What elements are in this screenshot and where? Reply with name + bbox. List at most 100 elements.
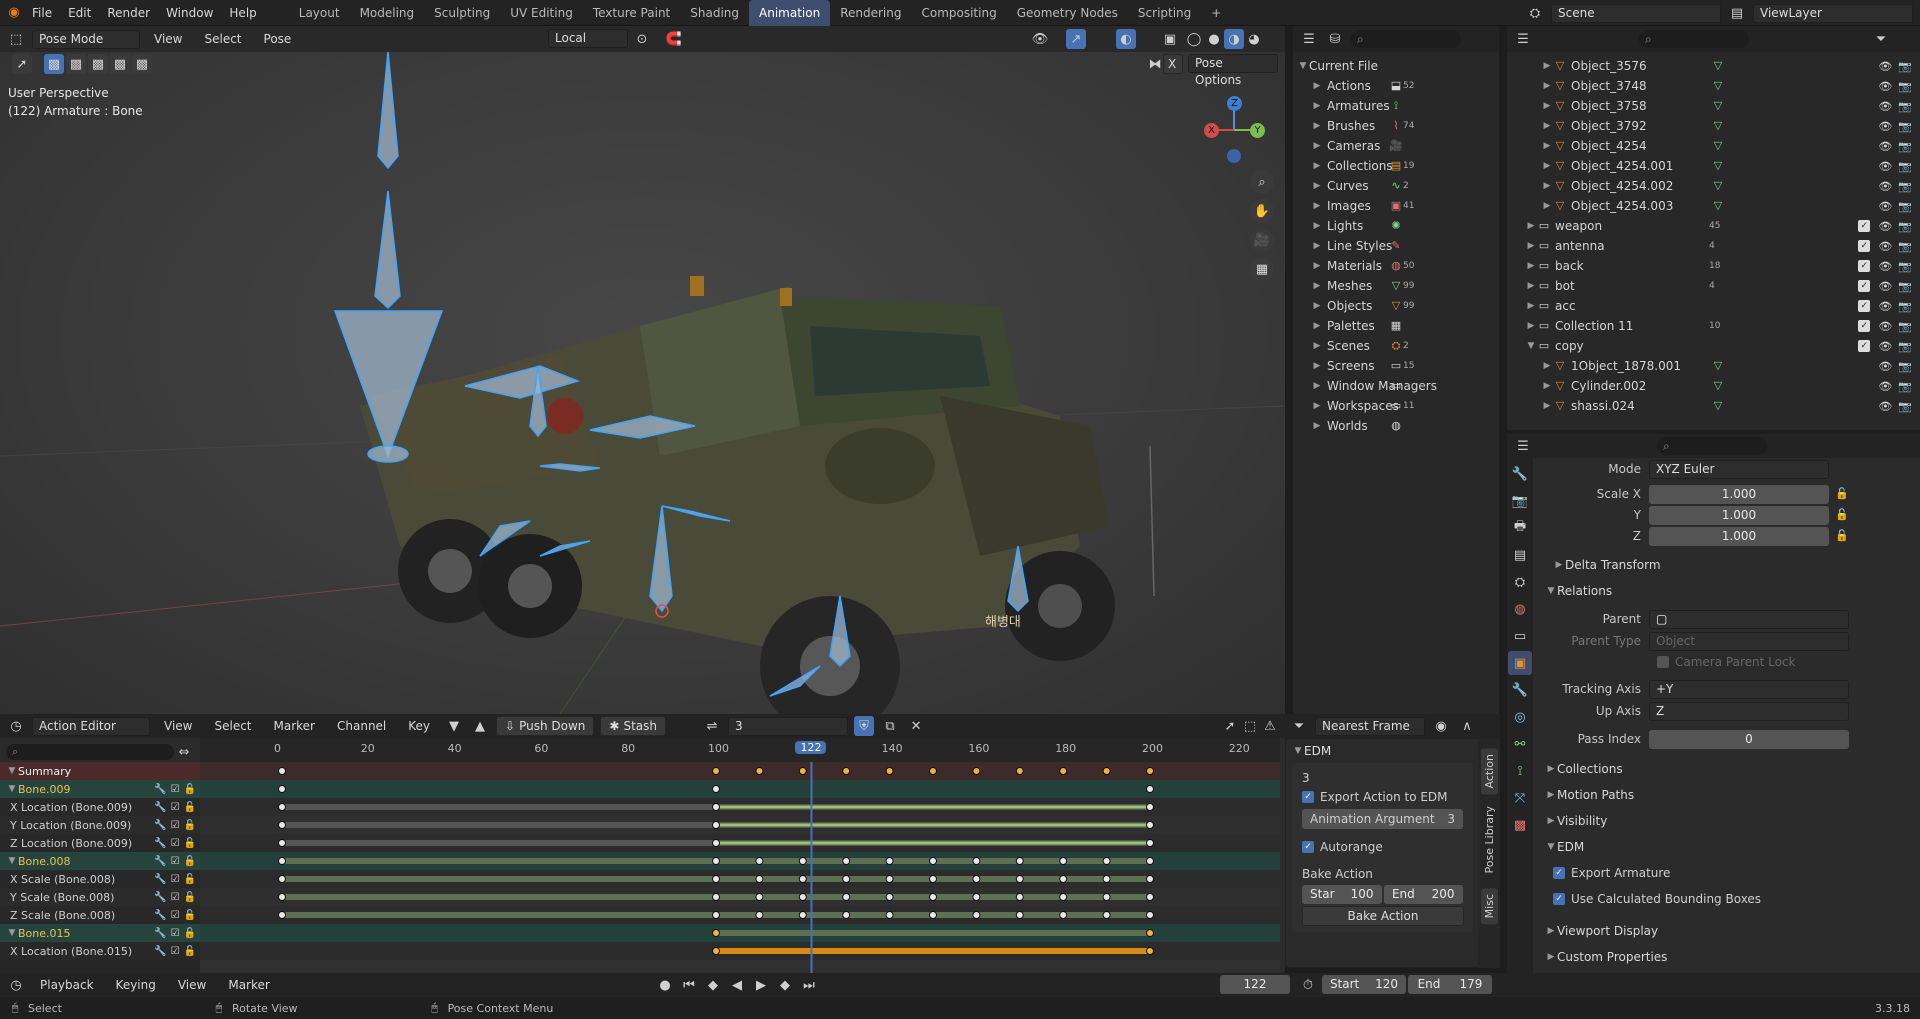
keyframe[interactable]: [1015, 767, 1024, 775]
mute-checkbox-icon[interactable]: ☑: [171, 802, 180, 813]
channel-search-input[interactable]: ⌕: [6, 744, 175, 760]
chevron-down-icon[interactable]: ▼: [1525, 341, 1537, 351]
menu-render[interactable]: Render: [99, 0, 158, 26]
keyframe[interactable]: [712, 803, 720, 811]
keyframe[interactable]: [1146, 911, 1154, 919]
filter-icon[interactable]: ⏷: [1289, 716, 1309, 736]
keyframe[interactable]: [1102, 767, 1111, 775]
exclude-checkbox[interactable]: ✓: [1858, 340, 1871, 352]
exclude-checkbox[interactable]: ✓: [1858, 260, 1871, 272]
chevron-right-icon[interactable]: ▶: [1525, 221, 1537, 231]
jump-start-icon[interactable]: ⏮: [679, 975, 699, 995]
scene-outliner[interactable]: ☰ ⌕ ⏷ ▶ ▽ Object_3576 ▽ 👁 📷 ▶ ▽ Object_3…: [1507, 26, 1920, 430]
action-menu-view[interactable]: View: [156, 713, 200, 739]
summary-channel[interactable]: ▼ Summary: [0, 762, 200, 780]
keyframe[interactable]: [755, 767, 764, 775]
keyframe[interactable]: [712, 929, 720, 937]
keyframe[interactable]: [798, 875, 807, 883]
keyframe[interactable]: [929, 857, 937, 865]
object-row[interactable]: ▶ ▽ Object_3576 ▽ 👁 📷: [1507, 56, 1920, 76]
wrench-icon[interactable]: 🔧: [154, 820, 166, 831]
bake-action-button[interactable]: Bake Action: [1302, 906, 1464, 926]
keyframe[interactable]: [278, 785, 286, 793]
keyframe[interactable]: [929, 767, 937, 775]
wrench-icon[interactable]: 🔧: [154, 838, 166, 849]
editor-mode-dropdown[interactable]: Action Editor: [32, 716, 150, 736]
wrench-icon[interactable]: 🔧: [154, 856, 166, 867]
fake-user-icon[interactable]: ⛨: [854, 716, 875, 736]
rotation-mode-dropdown[interactable]: XYZ Euler: [1649, 459, 1829, 479]
object-row[interactable]: ▶ ▽ 1Object_1878.001 ▽ 👁 📷: [1507, 356, 1920, 376]
channel-search[interactable]: ⌕ ⇔: [0, 742, 200, 762]
keyframe[interactable]: [798, 767, 807, 775]
keyframe[interactable]: [755, 857, 764, 865]
keyframe[interactable]: [972, 893, 981, 901]
eye-icon[interactable]: 👁: [1878, 80, 1892, 93]
eye-icon[interactable]: 👁: [1878, 400, 1892, 413]
properties-search[interactable]: ⌕: [1657, 437, 1767, 455]
chevron-right-icon[interactable]: ▶: [1525, 321, 1537, 331]
keyframe[interactable]: [885, 767, 894, 775]
export-armature-checkbox[interactable]: ✓: [1553, 867, 1565, 879]
current-frame-field[interactable]: 122: [1220, 975, 1290, 994]
keyframe[interactable]: [278, 857, 286, 865]
keyframe[interactable]: [885, 875, 894, 883]
bone-tab-icon[interactable]: ⤧: [1508, 786, 1532, 810]
fcurve-channel[interactable]: Z Scale (Bone.008) 🔧 ☑ 🔓: [0, 906, 200, 924]
data-tab-icon[interactable]: ⟟: [1508, 759, 1532, 783]
up-axis-dropdown[interactable]: Z: [1649, 701, 1849, 721]
3d-viewport[interactable]: ⬚ Pose Mode View Select Pose Local ⊙ 🧲 👁…: [0, 26, 1285, 714]
animation-argument-field[interactable]: Animation Argument 3: [1302, 809, 1463, 829]
chevron-right-icon[interactable]: ▶: [1311, 201, 1323, 211]
object-tab-icon[interactable]: ▣: [1508, 651, 1532, 675]
keyframe[interactable]: [712, 875, 720, 883]
keyframe[interactable]: [712, 893, 720, 901]
eye-icon[interactable]: 👁: [1878, 380, 1892, 393]
scale-x-field[interactable]: 1.000: [1649, 484, 1829, 504]
exclude-checkbox[interactable]: ✓: [1858, 300, 1871, 312]
object-row[interactable]: ▶ ▽ Object_3758 ▽ 👁 📷: [1507, 96, 1920, 116]
chevron-right-icon[interactable]: ▶: [1311, 101, 1323, 111]
keyframe[interactable]: [842, 893, 851, 901]
outliner-type-icon[interactable]: ☰: [1513, 29, 1533, 49]
chevron-right-icon[interactable]: ▶: [1541, 61, 1553, 71]
chevron-right-icon[interactable]: ▶: [1525, 261, 1537, 271]
chevron-right-icon[interactable]: ▶: [1525, 281, 1537, 291]
keyframe[interactable]: [712, 947, 720, 955]
proportional-icon[interactable]: ◉: [1431, 716, 1451, 736]
lock-icon[interactable]: 🔓: [184, 892, 196, 903]
chevron-right-icon[interactable]: ▶: [1311, 381, 1323, 391]
mute-checkbox-icon[interactable]: ☑: [171, 820, 180, 831]
tab-texture-paint[interactable]: Texture Paint: [583, 0, 680, 26]
chevron-right-icon[interactable]: ▶: [1311, 141, 1323, 151]
chevron-right-icon[interactable]: ▶: [1541, 161, 1553, 171]
blend-data-item[interactable]: ▶ Screens ▭ 15: [1293, 356, 1499, 376]
mute-checkbox-icon[interactable]: ☑: [171, 946, 180, 957]
new-action-icon[interactable]: ⧉: [880, 716, 900, 736]
object-row[interactable]: ▶ ▽ Object_4254.001 ▽ 👁 📷: [1507, 156, 1920, 176]
keyframe[interactable]: [755, 893, 764, 901]
chevron-right-icon[interactable]: ▶: [1311, 241, 1323, 251]
collection-row[interactable]: ▶ ▭ antenna 4 ✓ 👁 📷: [1507, 236, 1920, 256]
action-editor[interactable]: ◷ Action Editor View Select Marker Chann…: [0, 714, 1285, 987]
chevron-right-icon[interactable]: ▶: [1311, 361, 1323, 371]
menu-keying[interactable]: Keying: [108, 972, 164, 998]
camera-render-icon[interactable]: 📷: [1898, 60, 1912, 73]
camera-render-icon[interactable]: 📷: [1898, 240, 1912, 253]
chevron-right-icon[interactable]: ▶: [1541, 401, 1553, 411]
keyframe[interactable]: [1059, 767, 1068, 775]
fcurve-channel[interactable]: X Scale (Bone.008) 🔧 ☑ 🔓: [0, 870, 200, 888]
object-row[interactable]: ▶ ▽ shassi.024 ▽ 👁 📷: [1507, 396, 1920, 416]
keyframe[interactable]: [885, 857, 894, 865]
tab-pose-library[interactable]: Pose Library: [1481, 800, 1498, 879]
tab-uv-editing[interactable]: UV Editing: [500, 0, 583, 26]
camera-render-icon[interactable]: 📷: [1898, 80, 1912, 93]
chevron-down-icon[interactable]: ▼: [6, 766, 18, 776]
eye-icon[interactable]: 👁: [1878, 140, 1892, 153]
menu-help[interactable]: Help: [221, 0, 264, 26]
blend-data-item[interactable]: ▶ Curves ∿ 2: [1293, 176, 1499, 196]
play-icon[interactable]: ▶: [751, 975, 771, 995]
pan-hand-icon[interactable]: ✋: [1250, 199, 1274, 223]
mute-checkbox-icon[interactable]: ☑: [171, 910, 180, 921]
collection-row[interactable]: ▼ ▭ copy ✓ 👁 📷: [1507, 336, 1920, 356]
